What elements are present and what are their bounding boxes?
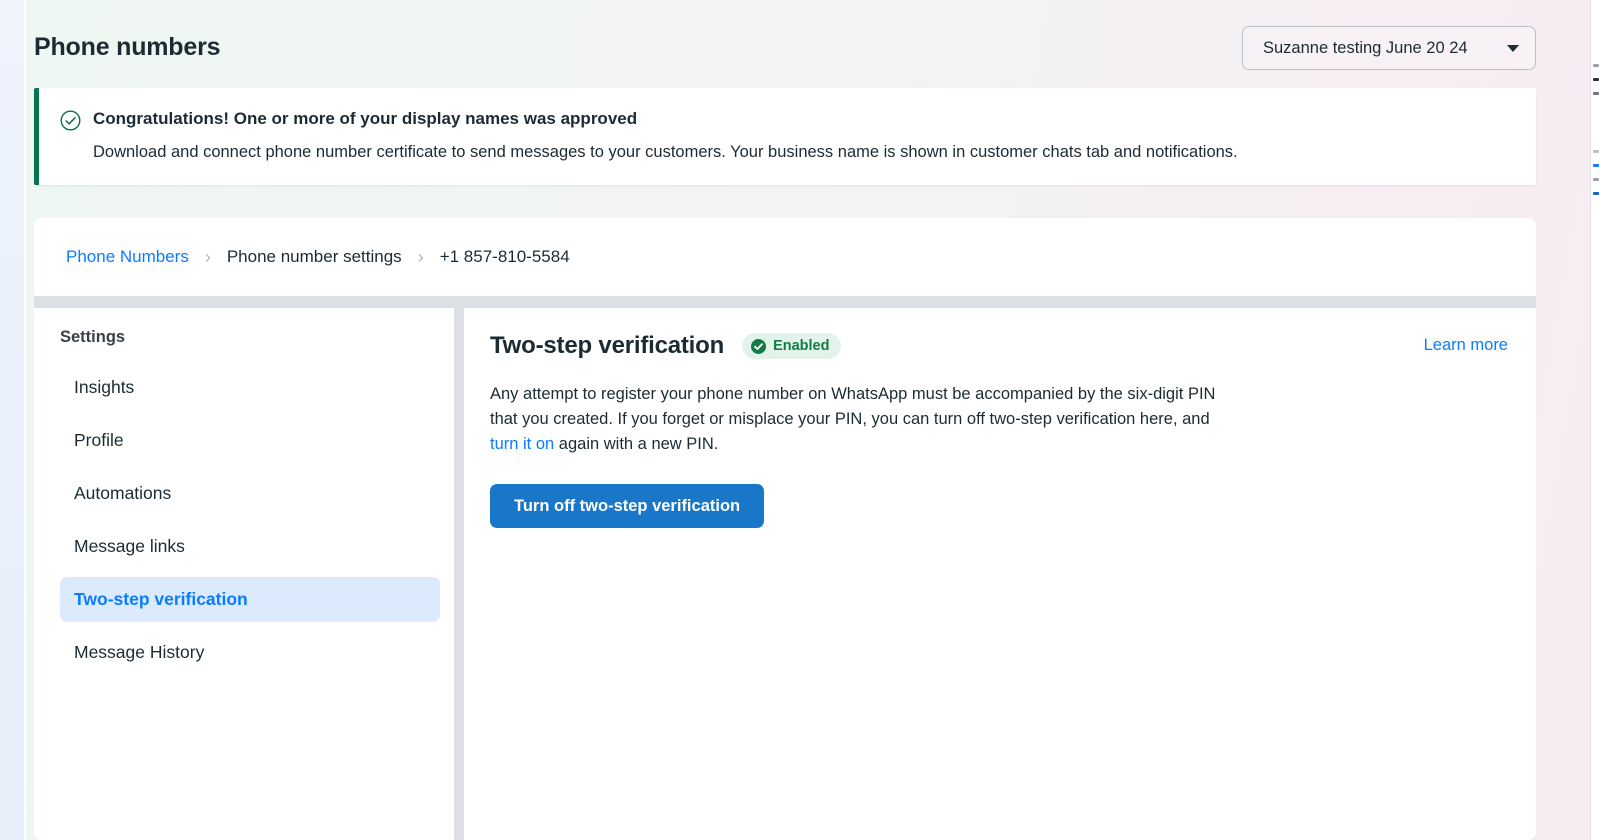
check-circle-outline-icon [60,110,81,131]
page-title: Phone numbers [34,33,220,62]
sidebar-item-label: Profile [74,430,124,451]
two-step-verification-panel: Two-step verification Enabled Learn more… [464,308,1536,840]
breadcrumb-content-divider [34,296,1536,308]
sidebar-heading: Settings [34,328,454,347]
panel-header: Two-step verification Enabled Learn more [490,332,1508,360]
banner-title: Congratulations! One or more of your dis… [93,108,637,130]
breadcrumb-item-phone-number-settings[interactable]: Phone number settings [215,247,414,267]
account-selector-value: Suzanne testing June 20 24 [1263,39,1468,58]
banner-header-row: Congratulations! One or more of your dis… [60,108,1516,131]
sidebar-item-insights[interactable]: Insights [60,365,440,410]
sidebar-item-message-history[interactable]: Message History [60,630,440,675]
sidebar-nav-list: Insights Profile Automations Message lin… [34,365,454,675]
status-badge-label: Enabled [773,338,829,354]
breadcrumb-item-phone-numbers[interactable]: Phone Numbers [54,247,201,267]
breadcrumb-separator-icon: › [414,248,428,266]
breadcrumb-item-phone-number: +1 857-810-5584 [428,247,582,267]
sidebar-item-label: Insights [74,377,134,398]
check-circle-filled-icon [751,339,766,354]
panel-title-group: Two-step verification Enabled [490,332,841,360]
banner-body-text: Download and connect phone number certif… [93,141,1516,163]
sidebar-item-message-links[interactable]: Message links [60,524,440,569]
right-offscreen-panel-sliver [1590,0,1600,840]
description-part-1: Any attempt to register your phone numbe… [490,385,1215,428]
page-root: Phone numbers Suzanne testing June 20 24… [0,0,1590,840]
sidebar-item-automations[interactable]: Automations [60,471,440,516]
description-part-2: again with a new PIN. [554,435,718,453]
breadcrumb-separator-icon: › [201,248,215,266]
sidebar-item-label: Automations [74,483,171,504]
chevron-down-icon [1507,45,1519,52]
breadcrumb: Phone Numbers › Phone number settings › … [54,247,582,267]
sidebar-item-profile[interactable]: Profile [60,418,440,463]
section-title: Two-step verification [490,332,724,360]
two-step-verification-description: Any attempt to register your phone numbe… [490,382,1235,457]
status-badge: Enabled [742,333,841,359]
display-name-approved-banner: Congratulations! One or more of your dis… [34,88,1536,185]
sidebar-content-gap [454,308,464,840]
sidebar-item-label: Message links [74,536,185,557]
breadcrumb-card: Phone Numbers › Phone number settings › … [34,218,1536,296]
turn-it-on-link[interactable]: turn it on [490,435,554,453]
turn-off-two-step-verification-button[interactable]: Turn off two-step verification [490,484,764,528]
sidebar-item-two-step-verification[interactable]: Two-step verification [60,577,440,622]
learn-more-link[interactable]: Learn more [1424,336,1508,355]
settings-sidebar: Settings Insights Profile Automations Me… [34,308,454,840]
account-selector-dropdown[interactable]: Suzanne testing June 20 24 [1242,26,1536,70]
sidebar-item-label: Message History [74,642,204,663]
page-header: Phone numbers Suzanne testing June 20 24 [0,0,1590,84]
sidebar-item-label: Two-step verification [74,589,248,610]
